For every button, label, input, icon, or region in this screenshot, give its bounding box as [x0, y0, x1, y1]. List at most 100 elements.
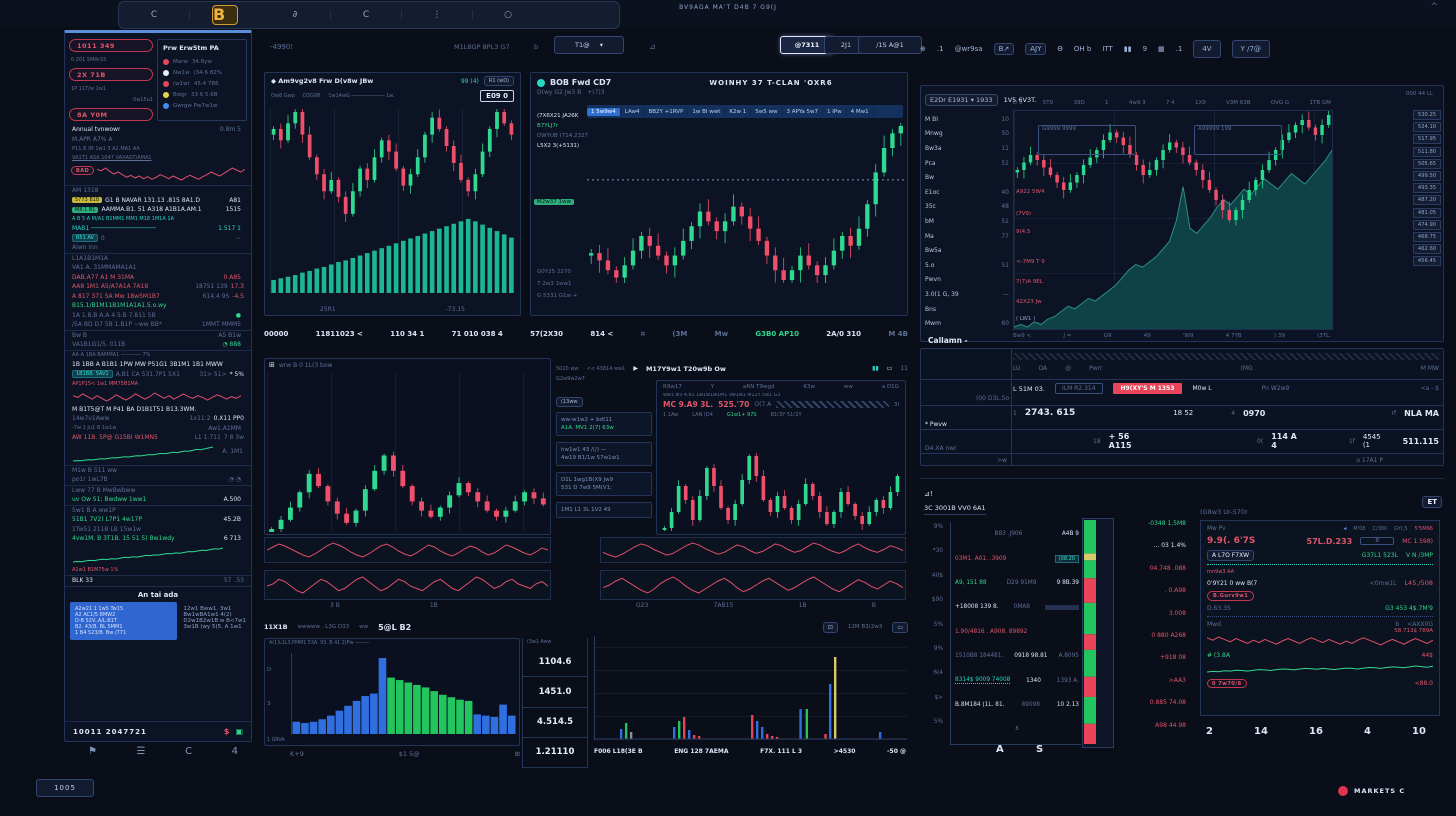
list-item[interactable]: Alwn Inn [65, 243, 251, 253]
toolbar-item[interactable]: @wr9sa [955, 45, 983, 53]
toolbar-icon-circle[interactable]: ○ [473, 10, 543, 20]
event-stick-chart[interactable] [594, 636, 907, 740]
toolbar-item[interactable]: ⊕ [920, 45, 926, 53]
table-row[interactable]: E1oc 40 [925, 185, 1009, 200]
mini-card-teal[interactable]: 1M1 L1 3L 1V2 49 [556, 502, 652, 518]
footer-letter-s[interactable]: S [1036, 744, 1043, 755]
table-row[interactable]: Bw5a [925, 243, 1009, 258]
c-tool-icon[interactable]: C [185, 746, 192, 757]
panel-a-price-chip[interactable]: E09 0 [480, 90, 514, 102]
list-item[interactable]: 14w7v1Aww 1x11:2 0.X11 PP0 [65, 414, 251, 424]
sparkline-green-1[interactable] [73, 444, 213, 464]
bars-icon[interactable]: ▮▮ [872, 365, 879, 372]
table-row[interactable]: 1.90/4816 . A908. 89892 [953, 620, 1081, 644]
blue-info-box[interactable]: A2w21 1 1w5 Tw15 A2 AC1/5 8MW2 D-B 52V..… [70, 602, 177, 640]
list-item[interactable]: 1B 1BB A B1B1 1PW MW P51G1 3B1M1 1B1 MWW [65, 360, 251, 370]
page-number[interactable]: 14 [1254, 726, 1268, 737]
list-item[interactable]: /5A BD D7 5B 1.B1P ~ww BB* 1MMT MMM5 [65, 320, 251, 330]
oscillator-strip[interactable] [600, 570, 906, 600]
symbol-selector[interactable]: E2Dr E1931 ▾ 1933 [925, 94, 998, 106]
ticker-badge[interactable]: 2X 71B [69, 68, 153, 81]
table-row[interactable]: Bns [925, 302, 1009, 317]
cursor-icon[interactable]: ⊿ [649, 42, 656, 51]
list-item[interactable]: 4vw1M. B 3T1B. 15 51 5) Bw1wdy 6 713 [65, 534, 251, 544]
tab[interactable]: BB2Y +1RVP [644, 108, 688, 116]
legend-item[interactable]: Marw 34.8yw [163, 56, 241, 67]
list-item[interactable]: 51B1 7V2) L7P1 4w17P 45.2B [65, 515, 251, 525]
sell-badge[interactable]: BAD [71, 166, 94, 175]
list-item[interactable]: AA8 1M1 A5/A7A1A 7A18 18751 139 17.3 [65, 282, 251, 292]
tab[interactable]: 1 IPw [823, 108, 847, 116]
table-row[interactable]: Mnwg 50 [925, 127, 1009, 142]
ticker-badge[interactable]: 8A Y0M [69, 108, 153, 121]
table-row[interactable]: 5.o 51 [925, 258, 1009, 273]
panel-b-symbol[interactable]: BOB Fwd CD7 [550, 78, 611, 87]
corner-icon[interactable]: ^ [1430, 2, 1438, 12]
column-header[interactable]: Y [711, 384, 714, 390]
list-item[interactable]: BLK 33 57 .53 [65, 575, 251, 587]
sparkline-red-1[interactable] [97, 165, 245, 183]
table-row[interactable]: Pwvn [925, 273, 1009, 288]
tab[interactable]: 1 5w9w4 [587, 108, 621, 116]
list-item[interactable]: DAB.A77 A1 M 31MA 0.A85 [65, 273, 251, 283]
four-tool-icon[interactable]: 4 [232, 746, 238, 757]
list-item[interactable]: 1Tw51 211B LB 15w1w [65, 525, 251, 535]
toolbar-item[interactable]: .1 [937, 45, 944, 53]
list-item[interactable]: Lww 77 B MwBwbww [65, 485, 251, 496]
table-row-e[interactable]: 18 + 56 A115 0( 114 A 4 1f 4545 (1 511.1… [1013, 432, 1439, 450]
list-item[interactable]: 1A 1.8.B A.A 4.5.B 7.811 5B ● [65, 311, 251, 321]
list-item[interactable]: uv Ow 51; Bwdww 1ww1 A.500 [65, 495, 251, 505]
list-item[interactable]: M B1T5@T M P41 BA D1B1T51 B13.3WM. [65, 405, 251, 415]
list-item[interactable]: L1A1B1M1A [65, 253, 251, 264]
window-icon[interactable]: ▭ [887, 365, 893, 372]
toolbar-item[interactable]: B↗ [994, 43, 1015, 55]
list-item[interactable]: VA1T1 ASA 1047 VAXAGT/AMA1 [65, 154, 251, 164]
list-item[interactable]: P11.8 /M 1w1 3 A1.MA1 AA [65, 144, 251, 154]
list-item[interactable]: VA1 A. 31MMAMA1A1 [65, 263, 251, 273]
t1-dropdown[interactable]: T1@ ▾ [554, 36, 624, 54]
list-item[interactable]: VA1B1G1/5. 011B ◔ 888 [65, 340, 251, 350]
tab[interactable]: 1w BI wwt [688, 108, 725, 116]
list-item[interactable]: M1w B 511 ww [65, 465, 251, 476]
toolbar-item[interactable]: 4V [1193, 40, 1220, 58]
wallet-icon[interactable]: ▣ [235, 727, 243, 736]
play-icon[interactable]: ▶ [633, 365, 638, 372]
list-item[interactable]: 1B1BB. 5AV1 A.B1 CA 531.7P1 5X1 31> 51> … [65, 370, 251, 380]
table-row[interactable]: 8 [953, 717, 1081, 741]
list-item[interactable]: 5773 B18 G1 B NAVAR 131.13 .815 8A1.D A8… [65, 196, 251, 206]
window-toggle-icon[interactable]: ▭ [892, 622, 908, 633]
toolbar-item[interactable]: OH b [1074, 45, 1091, 53]
list-item[interactable]: po1r 1wL7B ◔ ◔ [65, 475, 251, 485]
table-row[interactable]: 35c 48 [925, 200, 1009, 215]
table-row[interactable]: M BI 10 [925, 112, 1009, 127]
toolbar-item[interactable]: 9 [1143, 45, 1147, 53]
tab[interactable]: K2w 1 [725, 108, 751, 116]
toolbar-icon-partial[interactable]: ∂ [260, 10, 331, 20]
volume-histogram[interactable] [291, 653, 516, 735]
sound-icon[interactable]: ◂ [1343, 525, 1346, 532]
toolbar-icon-c1[interactable]: C [119, 10, 190, 20]
tab[interactable]: 5w5 ww [751, 108, 782, 116]
risk-badge[interactable]: B.Gurv9w1 [1207, 591, 1254, 601]
tab[interactable]: 4 Mw1 [847, 108, 874, 116]
table-row[interactable]: bM 52 [925, 214, 1009, 229]
table-row[interactable]: A9, 151 88 D29 91M9 9 8B.39 [953, 571, 1081, 595]
list-item[interactable]: Bw B A5 B1w [65, 330, 251, 341]
footer-letter-a[interactable]: A [996, 744, 1004, 755]
buy-badge[interactable]: M2w37 1ww [534, 199, 574, 205]
list-item[interactable]: M8.1 B1 AAMMA.B1. 51 A318 A1B1A.AM.1 151… [65, 205, 251, 215]
column-header[interactable]: ww [844, 384, 853, 390]
brand-coin-icon[interactable]: B [212, 5, 238, 25]
list-item[interactable]: A B 5 A M/A1 B1MM1 MM1 M18 1M1A 1A [65, 215, 251, 225]
column-header[interactable]: R9w17 [663, 384, 682, 390]
red-candle-chart[interactable] [661, 453, 901, 531]
panel-a-sub[interactable]: Ow8 Gwp [271, 93, 295, 99]
legend-item[interactable]: (w1wr 45.4 7B6 [163, 78, 241, 89]
page-number[interactable]: 16 [1309, 726, 1323, 737]
table-row-c[interactable]: L 51M 03. ILM R2.314 H9(XY'S M 1353 M0w … [1013, 383, 1439, 394]
table-row[interactable]: 1510B8 184481. 0918 98.81 A.8095 [953, 644, 1081, 668]
markets-status[interactable]: MARKETS C [1338, 782, 1444, 800]
list-item[interactable]: AM 1318 [65, 185, 251, 196]
oscillator-strip[interactable] [264, 537, 551, 563]
toolbar-icon-more[interactable]: ⋮ [402, 10, 473, 20]
